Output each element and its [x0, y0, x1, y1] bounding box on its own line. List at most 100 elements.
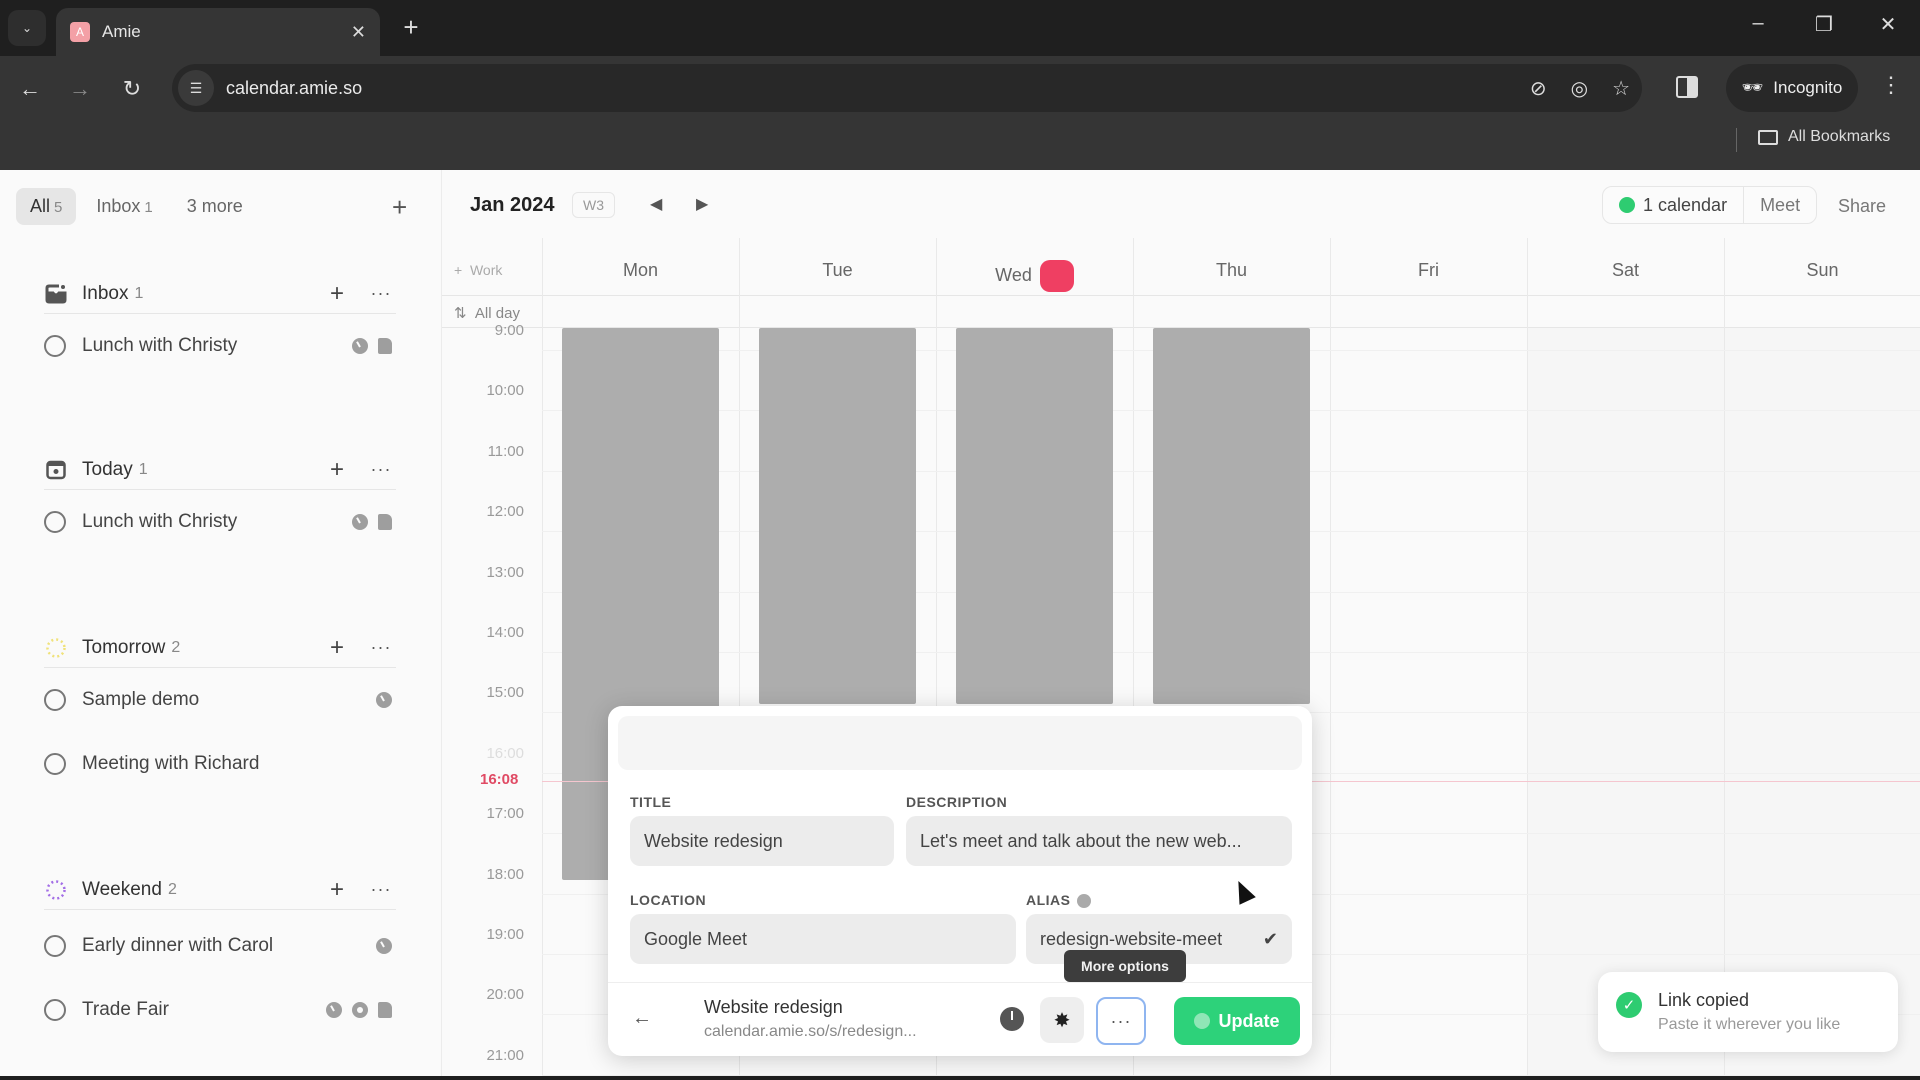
day-header-sat[interactable]: Sat: [1527, 260, 1724, 281]
hour-label: 15:00: [486, 684, 524, 702]
address-bar[interactable]: ☰ calendar.amie.so ⊘ ◎ ☆: [172, 64, 1642, 112]
forward-icon[interactable]: →: [62, 76, 98, 102]
title-label: TITLE: [630, 794, 672, 810]
group-more-button[interactable]: ···: [366, 879, 396, 900]
tab-count: 1: [144, 199, 153, 216]
browser-tab[interactable]: A Amie ✕: [56, 8, 380, 56]
description-input[interactable]: Let's meet and talk about the new web...: [906, 816, 1292, 866]
sidebar-tab-all[interactable]: All 5: [16, 188, 77, 225]
task-checkbox[interactable]: [44, 753, 66, 775]
new-tab-button[interactable]: +: [396, 12, 426, 43]
link-url[interactable]: calendar.amie.so/s/redesign...: [704, 1023, 917, 1041]
group-more-button[interactable]: ···: [366, 459, 396, 480]
task-checkbox[interactable]: [44, 935, 66, 957]
list-item[interactable]: Sample demo: [44, 668, 396, 732]
description-label: DESCRIPTION: [906, 794, 1008, 810]
event-link-popover: TITLE Website redesign DESCRIPTION Let's…: [608, 706, 1312, 1056]
hour-label: 17:00: [486, 805, 524, 823]
toast-title: Link copied: [1658, 990, 1750, 1010]
link-title: Website redesign: [704, 997, 843, 1017]
busy-block[interactable]: [1153, 328, 1310, 704]
day-header-sun[interactable]: Sun: [1724, 260, 1920, 281]
task-checkbox[interactable]: [44, 689, 66, 711]
task-checkbox[interactable]: [44, 335, 66, 357]
share-button[interactable]: Share: [1838, 196, 1886, 217]
hour-label: 9:00: [494, 322, 524, 339]
update-button[interactable]: Update: [1174, 997, 1300, 1045]
list-item[interactable]: Trade Fair: [44, 978, 396, 1042]
day-name: Fri: [1418, 260, 1439, 280]
info-icon[interactable]: [1076, 894, 1091, 909]
check-circle-icon: [1194, 1013, 1211, 1029]
add-task-button[interactable]: +: [322, 634, 352, 662]
popover-header-blur: [618, 716, 1302, 770]
group-more-button[interactable]: ···: [366, 283, 396, 304]
add-task-button[interactable]: +: [322, 876, 352, 904]
task-name: Meeting with Richard: [82, 753, 260, 774]
today-badge: [1039, 260, 1074, 292]
clock-icon: [352, 338, 368, 354]
next-week-icon[interactable]: ▶: [696, 194, 708, 214]
back-icon[interactable]: ←: [12, 76, 48, 102]
side-panel-icon[interactable]: [1676, 76, 1698, 98]
meet-button[interactable]: Meet: [1743, 187, 1816, 223]
more-options-button[interactable]: ···: [1096, 997, 1146, 1045]
group-count: 2: [171, 638, 181, 656]
site-settings-icon[interactable]: ☰: [178, 70, 214, 106]
list-item[interactable]: Meeting with Richard: [44, 732, 396, 796]
list-item[interactable]: Early dinner with Carol: [44, 914, 396, 978]
day-header-mon[interactable]: Mon: [542, 260, 739, 281]
url-text[interactable]: calendar.amie.so: [226, 78, 1518, 99]
tab-search-button[interactable]: ⌄: [8, 10, 46, 46]
busy-block[interactable]: [956, 328, 1113, 704]
close-window-icon[interactable]: ✕: [1868, 12, 1908, 37]
day-header-tue[interactable]: Tue: [739, 260, 936, 281]
list-item[interactable]: Lunch with Christy: [44, 490, 396, 554]
minimize-icon[interactable]: –: [1738, 12, 1778, 35]
day-header-fri[interactable]: Fri: [1330, 260, 1527, 281]
task-checkbox[interactable]: [44, 999, 66, 1021]
hour-label: 19:00: [486, 926, 524, 943]
prev-week-icon[interactable]: ◀: [650, 194, 662, 214]
group-more-button[interactable]: ···: [366, 637, 396, 658]
title-input[interactable]: Website redesign: [630, 816, 894, 866]
popover-footer: ← Website redesign calendar.amie.so/s/re…: [608, 982, 1312, 1056]
busy-block[interactable]: [759, 328, 916, 704]
hour-label: 13:00: [486, 563, 524, 581]
all-day-toggle[interactable]: ⇅ All day: [454, 304, 520, 322]
star-icon[interactable]: ☆: [1612, 76, 1630, 101]
add-list-button[interactable]: +: [392, 192, 407, 223]
reload-icon[interactable]: ↻: [114, 76, 150, 102]
calendars-button[interactable]: 1 calendar: [1603, 187, 1743, 223]
hour-label: 11:00: [487, 442, 524, 460]
clock-icon[interactable]: [1000, 1007, 1024, 1031]
location-input[interactable]: Google Meet: [630, 914, 1016, 964]
sidebar-tab-inbox[interactable]: Inbox 1: [82, 188, 166, 225]
calendar-controls: 1 calendar Meet: [1602, 186, 1818, 224]
sidebar-tab-more[interactable]: 3 more: [173, 188, 257, 225]
add-task-button[interactable]: +: [322, 456, 352, 484]
back-arrow-icon[interactable]: ←: [632, 1007, 652, 1030]
group-inbox: Inbox 1 + ··· Lunch with Christy: [44, 274, 396, 378]
meet-label: Meet: [1760, 194, 1801, 215]
eye-off-icon[interactable]: ◎: [1571, 76, 1588, 101]
day-header-thu[interactable]: Thu: [1133, 260, 1330, 281]
hour-label: 18:00: [486, 865, 524, 883]
add-task-button[interactable]: +: [322, 280, 352, 308]
list-item[interactable]: Lunch with Christy: [44, 314, 396, 378]
calendar-header: Jan 2024 W3 ◀ ▶ 1 calendar Meet Share: [442, 170, 1920, 238]
restore-icon[interactable]: ❐: [1804, 12, 1844, 37]
collapse-icon: ⇅: [454, 305, 467, 322]
task-checkbox[interactable]: [44, 511, 66, 533]
incognito-badge[interactable]: 🕶 Incognito: [1726, 64, 1858, 112]
all-bookmarks-button[interactable]: All Bookmarks: [1758, 128, 1890, 146]
day-header-wed[interactable]: Wed: [936, 260, 1133, 292]
magic-wand-icon[interactable]: ✸: [1040, 997, 1084, 1043]
browser-tabstrip: ⌄ A Amie ✕ + – ❐ ✕: [0, 0, 1920, 56]
close-tab-icon[interactable]: ✕: [351, 22, 366, 43]
location-off-icon[interactable]: ⊘: [1530, 76, 1547, 101]
location-icon: [352, 1002, 368, 1018]
work-toggle[interactable]: + Work: [454, 262, 502, 278]
tab-label: All: [30, 196, 51, 216]
browser-menu-icon[interactable]: ⋮: [1880, 72, 1902, 98]
